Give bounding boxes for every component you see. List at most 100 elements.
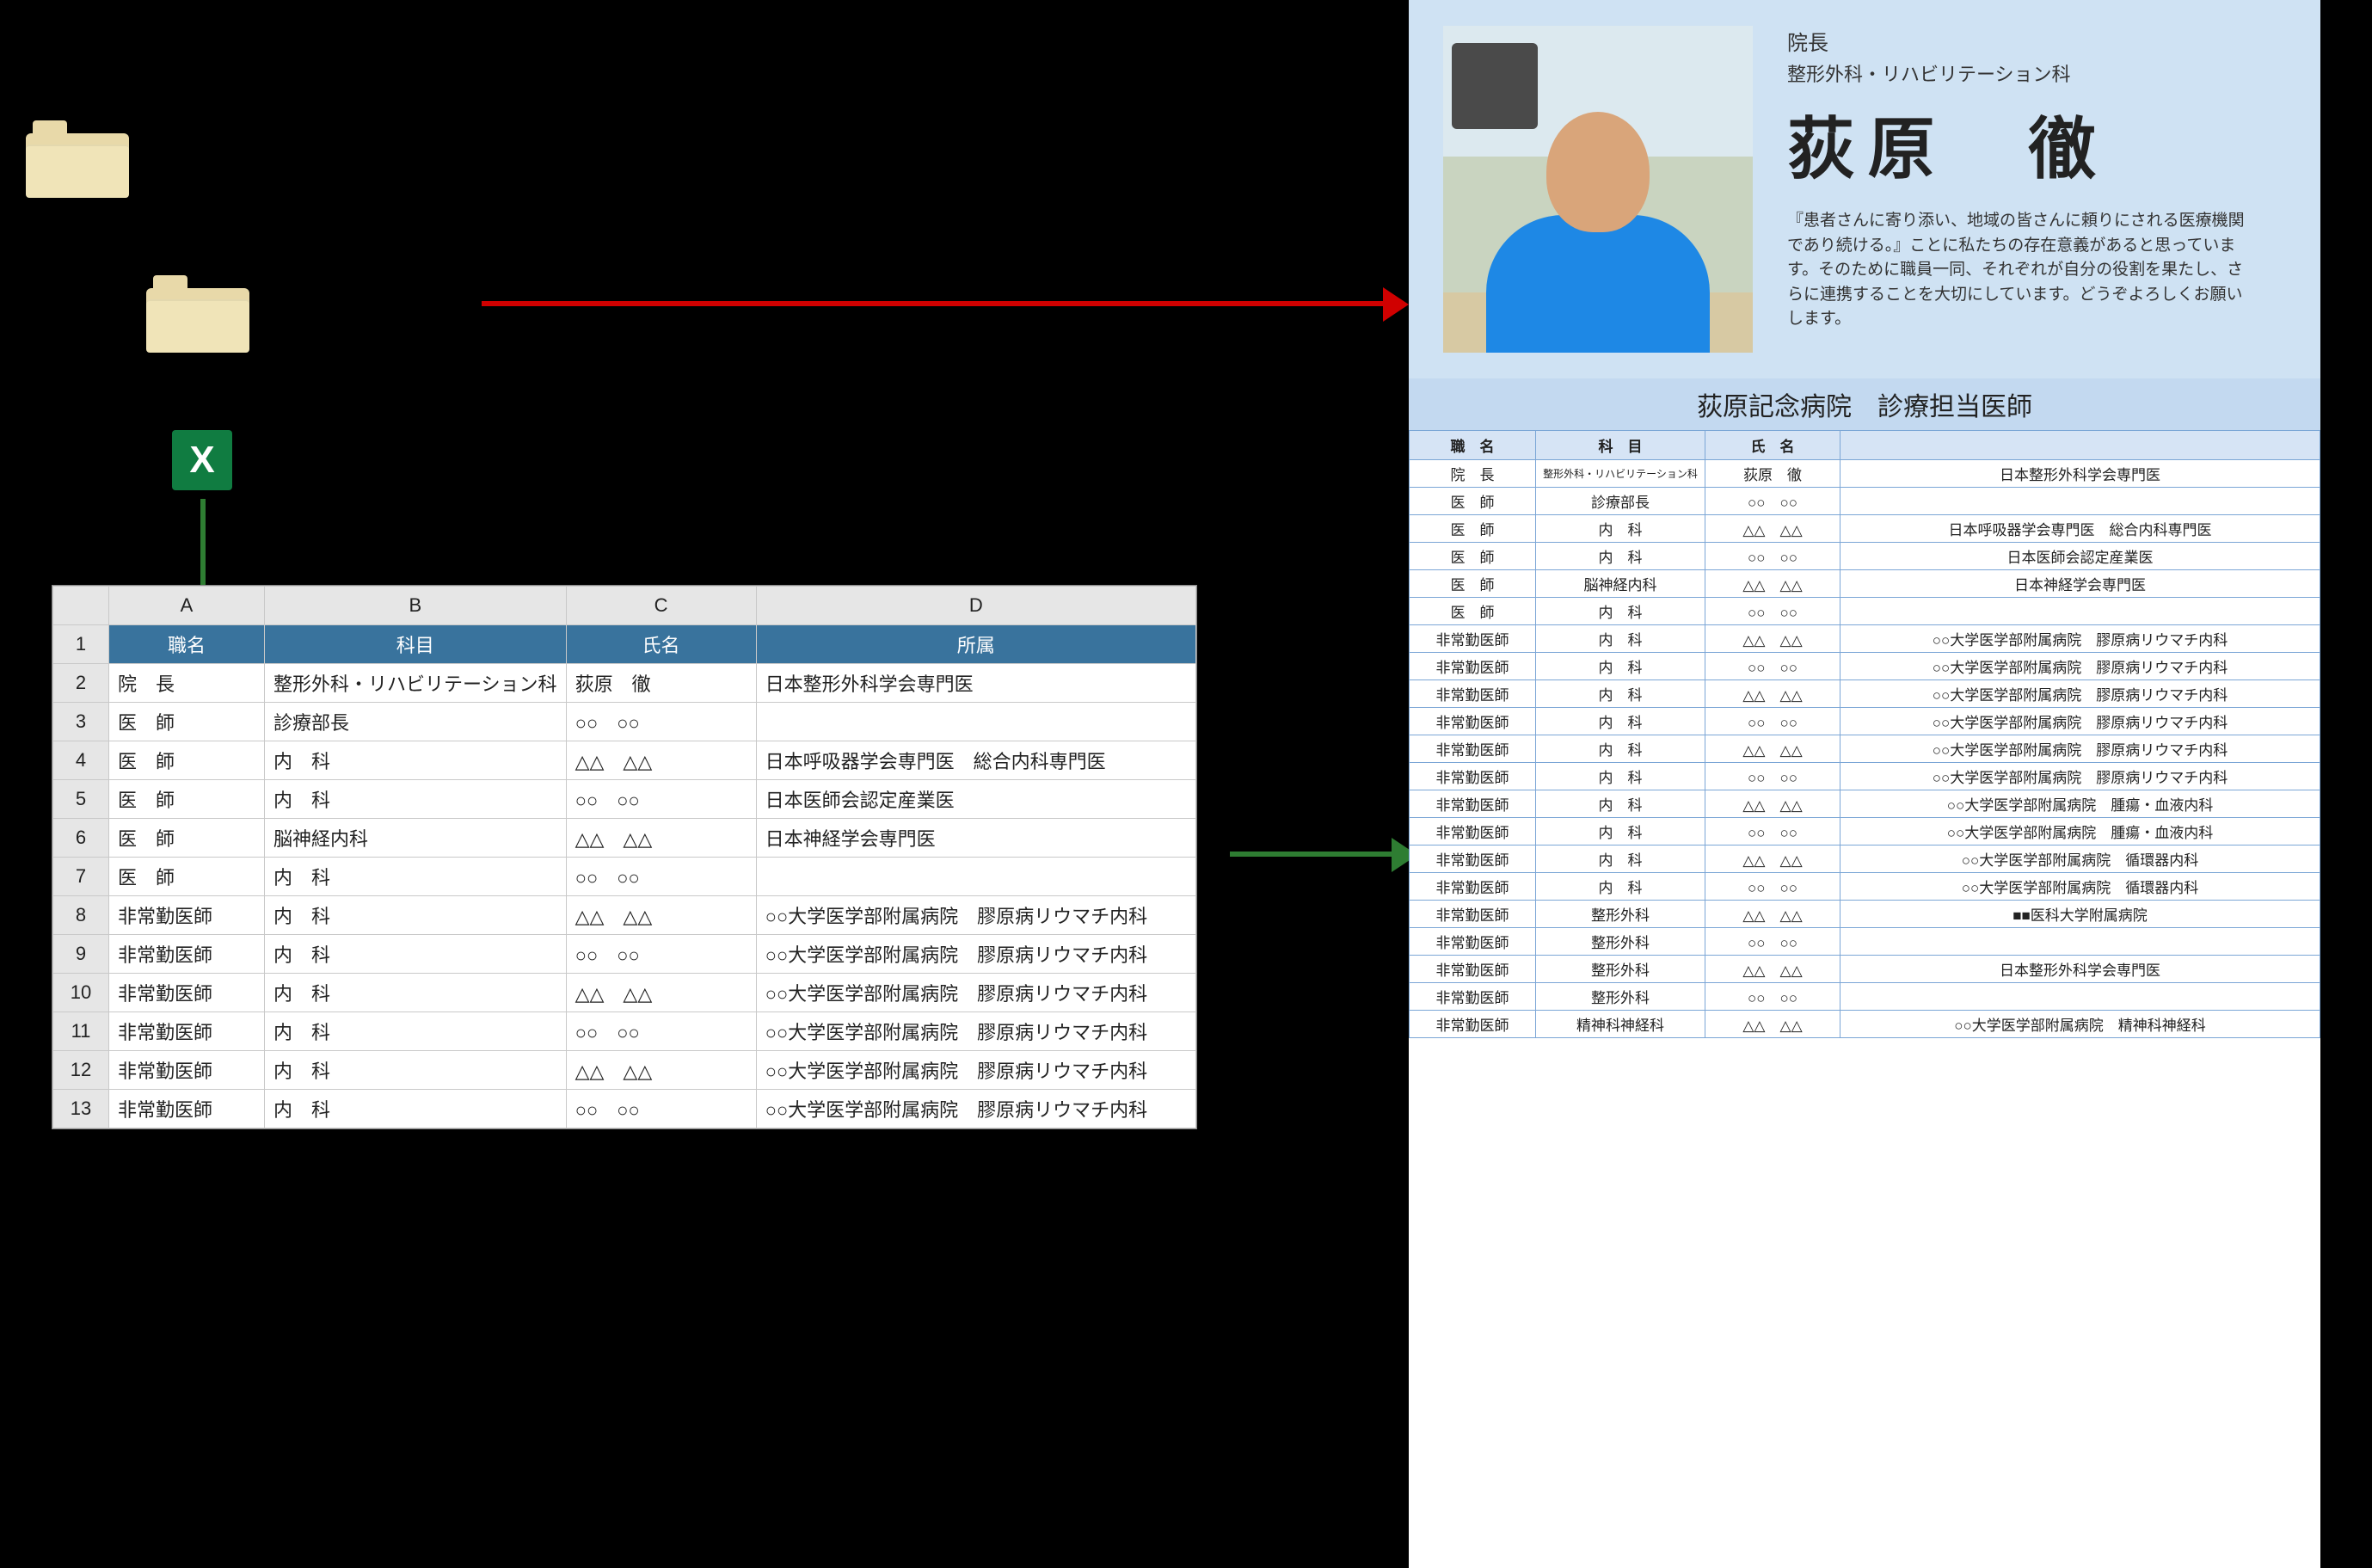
spreadsheet-preview: ABCD1職名科目氏名所属2院 長整形外科・リハビリテーション科荻原 徹日本整形… — [52, 585, 1197, 1129]
cell: 日本整形外科学会専門医 — [1840, 956, 2320, 983]
table-row: 非常勤医師内 科△△ △△○○大学医学部附属病院 循環器内科 — [1410, 845, 2320, 873]
cell: ○○大学医学部附属病院 膠原病リウマチ内科 — [1840, 625, 2320, 653]
cell: 内 科 — [1536, 735, 1705, 763]
column-header: 氏 名 — [1705, 431, 1840, 460]
cell — [756, 703, 1195, 741]
cell: ○○ ○○ — [1705, 488, 1840, 515]
cell: ○○ ○○ — [566, 1012, 756, 1051]
table-row: 非常勤医師整形外科△△ △△日本整形外科学会専門医 — [1410, 956, 2320, 983]
cell: ○○大学医学部附属病院 膠原病リウマチ内科 — [756, 974, 1195, 1012]
cell: ○○ ○○ — [1705, 708, 1840, 735]
cell: 非常勤医師 — [1410, 873, 1536, 901]
table-row: 非常勤医師内 科△△ △△○○大学医学部附属病院 膠原病リウマチ内科 — [1410, 625, 2320, 653]
column-header: 科目 — [265, 625, 567, 664]
column-header: 職名 — [109, 625, 265, 664]
cell: 内 科 — [265, 974, 567, 1012]
cell: ○○ ○○ — [566, 935, 756, 974]
cell: ○○ ○○ — [1705, 763, 1840, 790]
director-name: 荻原 徹 — [1787, 95, 2252, 192]
cell: ○○大学医学部附属病院 腫瘍・血液内科 — [1840, 818, 2320, 845]
cell: 内 科 — [1536, 515, 1705, 543]
column-header — [1840, 431, 2320, 460]
cell: 内 科 — [1536, 598, 1705, 625]
cell: 非常勤医師 — [109, 896, 265, 935]
cell: 荻原 徹 — [1705, 460, 1840, 488]
table-row: 非常勤医師内 科△△ △△○○大学医学部附属病院 膠原病リウマチ内科 — [1410, 680, 2320, 708]
cell: △△ △△ — [566, 741, 756, 780]
cell: 非常勤医師 — [1410, 983, 1536, 1011]
cell: 非常勤医師 — [1410, 1011, 1536, 1038]
cell: ○○大学医学部附属病院 膠原病リウマチ内科 — [1840, 653, 2320, 680]
cell: 非常勤医師 — [1410, 790, 1536, 818]
cell: ○○大学医学部附属病院 膠原病リウマチ内科 — [756, 896, 1195, 935]
arrow-head-icon — [1383, 287, 1409, 322]
cell: 非常勤医師 — [109, 1051, 265, 1090]
cell: △△ △△ — [1705, 625, 1840, 653]
cell: 日本呼吸器学会専門医 総合内科専門医 — [756, 741, 1195, 780]
cell: 整形外科 — [1536, 983, 1705, 1011]
cell: 非常勤医師 — [109, 935, 265, 974]
cell: 荻原 徹 — [566, 664, 756, 703]
cell: 医 師 — [109, 819, 265, 858]
cell: 整形外科 — [1536, 956, 1705, 983]
cell: 非常勤医師 — [1410, 845, 1536, 873]
cell: ○○大学医学部附属病院 膠原病リウマチ内科 — [756, 1090, 1195, 1128]
cell: 内 科 — [265, 1012, 567, 1051]
director-card: 院長 整形外科・リハビリテーション科 荻原 徹 『患者さんに寄り添い、地域の皆さ… — [1409, 0, 2320, 378]
cell: ○○大学医学部附属病院 循環器内科 — [1840, 845, 2320, 873]
cell: 医 師 — [1410, 570, 1536, 598]
cell: 非常勤医師 — [1410, 763, 1536, 790]
director-photo — [1443, 26, 1753, 353]
cell: 内 科 — [265, 780, 567, 819]
cell: 精神科神経科 — [1536, 1011, 1705, 1038]
cell: 内 科 — [1536, 543, 1705, 570]
cell: 脳神経内科 — [1536, 570, 1705, 598]
cell: ○○大学医学部附属病院 膠原病リウマチ内科 — [1840, 763, 2320, 790]
cell: △△ △△ — [1705, 790, 1840, 818]
cell: 内 科 — [1536, 818, 1705, 845]
cell: ○○ ○○ — [1705, 543, 1840, 570]
table-row: 非常勤医師整形外科○○ ○○ — [1410, 983, 2320, 1011]
cell — [1840, 928, 2320, 956]
cell: △△ △△ — [1705, 845, 1840, 873]
cell: ○○ ○○ — [1705, 653, 1840, 680]
folder-icon — [26, 120, 129, 198]
cell: △△ △△ — [1705, 1011, 1840, 1038]
cell: 医 師 — [109, 741, 265, 780]
cell — [1840, 598, 2320, 625]
cell: 医 師 — [109, 780, 265, 819]
cell: ○○ ○○ — [1705, 983, 1840, 1011]
table-row: 非常勤医師内 科○○ ○○○○大学医学部附属病院 腫瘍・血液内科 — [1410, 818, 2320, 845]
cell: ○○大学医学部附属病院 膠原病リウマチ内科 — [1840, 708, 2320, 735]
cell: 整形外科・リハビリテーション科 — [1536, 460, 1705, 488]
cell: ○○大学医学部附属病院 膠原病リウマチ内科 — [1840, 680, 2320, 708]
table-row: 11非常勤医師内 科○○ ○○○○大学医学部附属病院 膠原病リウマチ内科 — [53, 1012, 1196, 1051]
cell: 内 科 — [265, 935, 567, 974]
rendered-page: 院長 整形外科・リハビリテーション科 荻原 徹 『患者さんに寄り添い、地域の皆さ… — [1409, 0, 2320, 1568]
table-row: 非常勤医師内 科○○ ○○○○大学医学部附属病院 膠原病リウマチ内科 — [1410, 763, 2320, 790]
table-row: 2院 長整形外科・リハビリテーション科荻原 徹日本整形外科学会専門医 — [53, 664, 1196, 703]
cell: 内 科 — [1536, 845, 1705, 873]
cell: △△ △△ — [1705, 956, 1840, 983]
director-message: 『患者さんに寄り添い、地域の皆さんに頼りにされる医療機関であり続ける。』ことに私… — [1787, 209, 2252, 332]
cell: 非常勤医師 — [109, 974, 265, 1012]
cell: 内 科 — [1536, 763, 1705, 790]
cell: 内 科 — [265, 1051, 567, 1090]
cell: 非常勤医師 — [109, 1012, 265, 1051]
cell: 内 科 — [1536, 790, 1705, 818]
cell: 日本呼吸器学会専門医 総合内科専門医 — [1840, 515, 2320, 543]
table-row: 4医 師内 科△△ △△日本呼吸器学会専門医 総合内科専門医 — [53, 741, 1196, 780]
table-row: 医 師診療部長○○ ○○ — [1410, 488, 2320, 515]
table-row: 医 師脳神経内科△△ △△日本神経学会専門医 — [1410, 570, 2320, 598]
cell: △△ △△ — [566, 896, 756, 935]
table-row: 非常勤医師整形外科○○ ○○ — [1410, 928, 2320, 956]
arrow-right-red-icon — [482, 301, 1385, 306]
table-row: 3医 師診療部長○○ ○○ — [53, 703, 1196, 741]
table-row: 非常勤医師整形外科△△ △△■■医科大学附属病院 — [1410, 901, 2320, 928]
cell: ○○ ○○ — [566, 703, 756, 741]
table-row: 医 師内 科△△ △△日本呼吸器学会専門医 総合内科専門医 — [1410, 515, 2320, 543]
cell: ○○ ○○ — [1705, 818, 1840, 845]
cell: ○○大学医学部附属病院 膠原病リウマチ内科 — [756, 935, 1195, 974]
cell: △△ △△ — [1705, 515, 1840, 543]
table-row: 13非常勤医師内 科○○ ○○○○大学医学部附属病院 膠原病リウマチ内科 — [53, 1090, 1196, 1128]
